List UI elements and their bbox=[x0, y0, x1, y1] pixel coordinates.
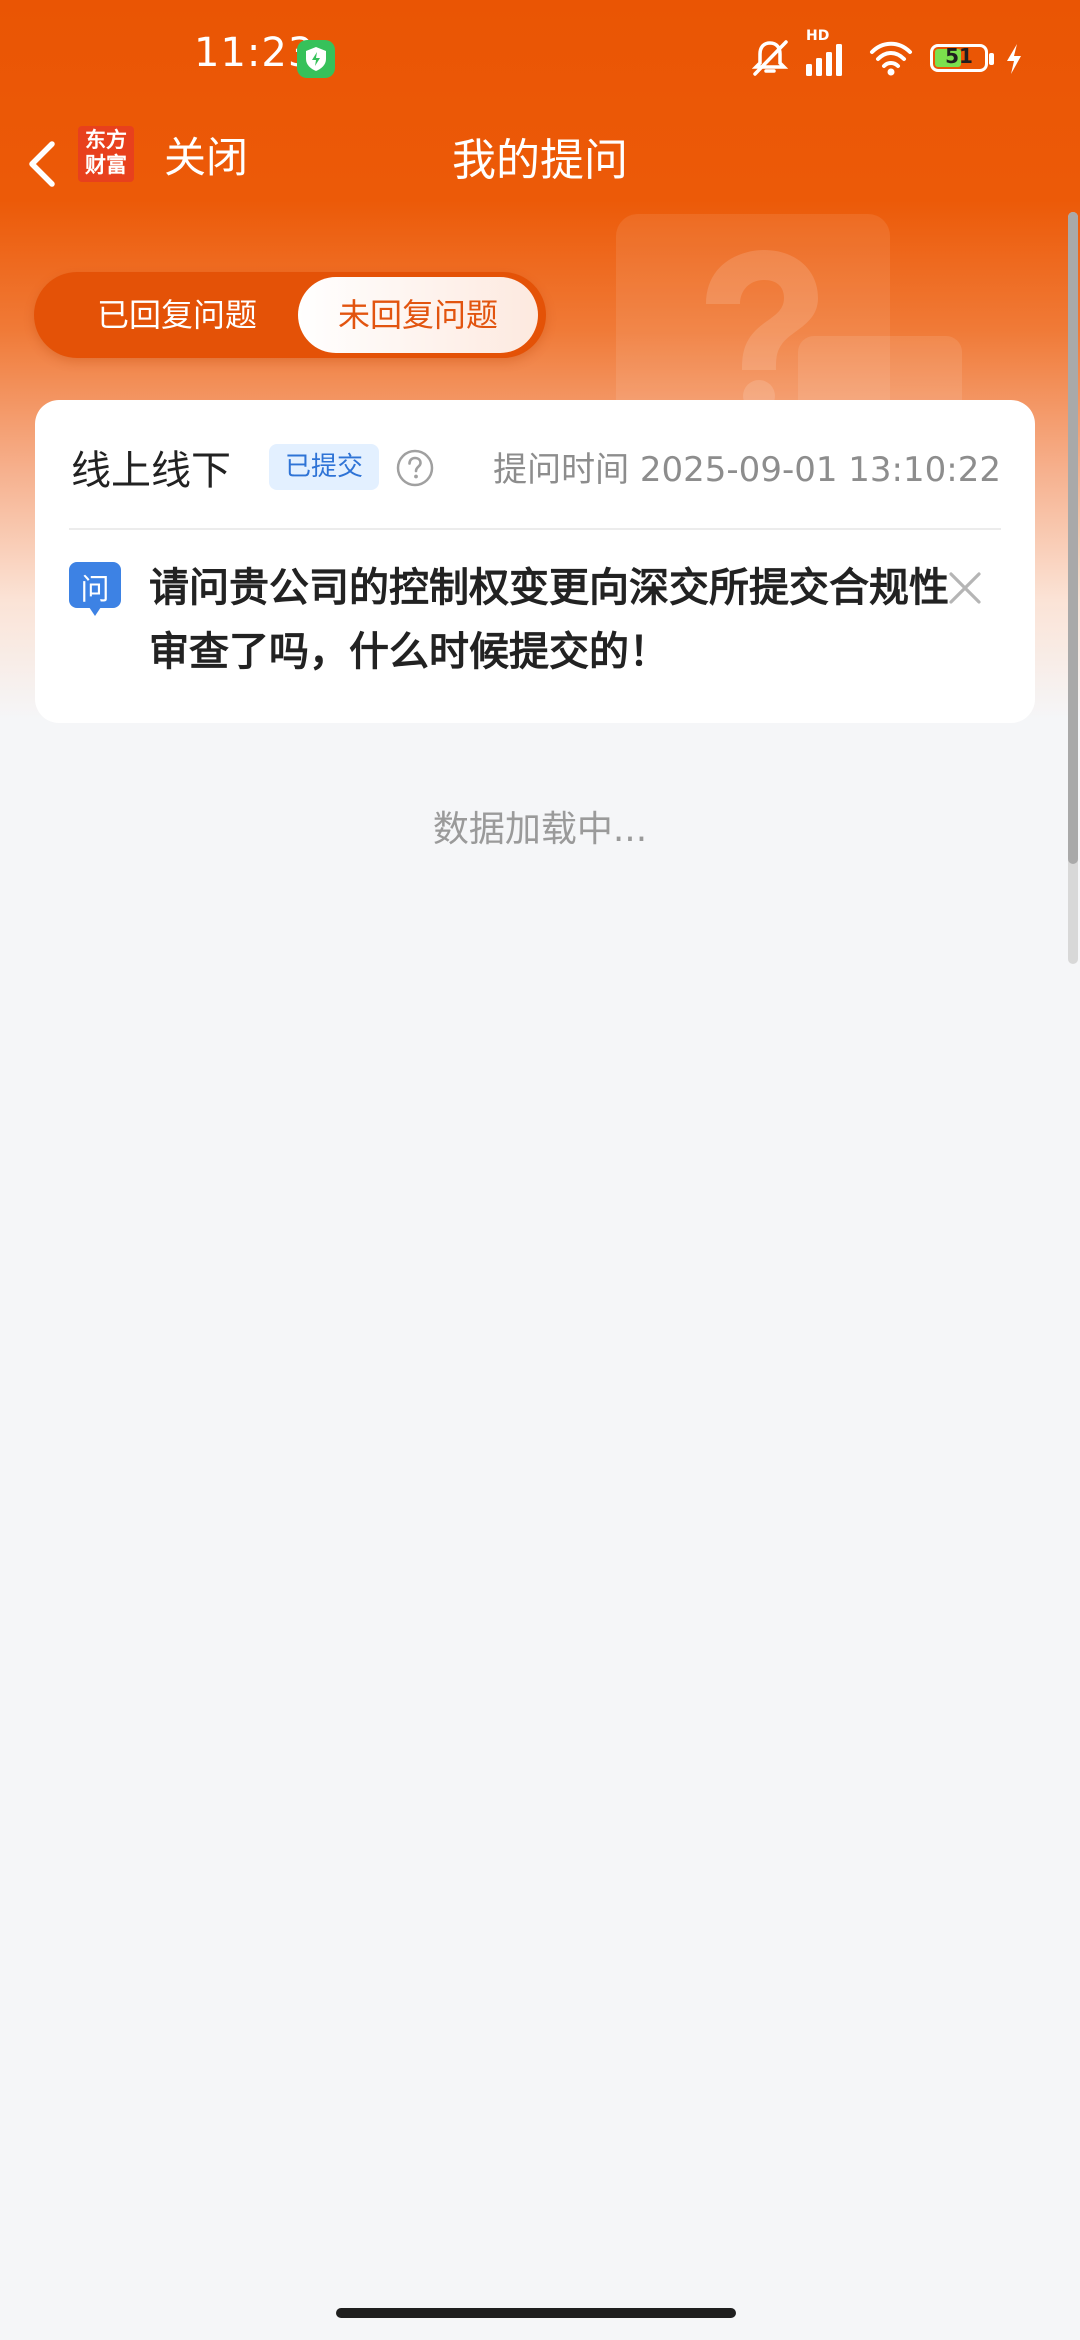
question-icon-label: 问 bbox=[80, 572, 110, 606]
mute-bell-icon bbox=[751, 40, 789, 76]
tab-answered[interactable]: 已回复问题 bbox=[42, 272, 312, 358]
close-icon bbox=[949, 572, 981, 604]
battery-icon: 51 bbox=[930, 44, 988, 72]
battery-level: 51 bbox=[945, 44, 973, 68]
question-icon: 问 bbox=[69, 562, 121, 618]
scrollbar[interactable] bbox=[1068, 212, 1078, 964]
status-badge: 已提交 bbox=[269, 444, 380, 490]
submit-time: 提问时间 2025-09-01 13:10:22 bbox=[493, 450, 1001, 490]
page-title: 我的提问 bbox=[452, 135, 628, 186]
charging-icon bbox=[1007, 44, 1021, 74]
home-indicator[interactable] bbox=[336, 2308, 736, 2318]
question-mark-illustration bbox=[616, 214, 962, 432]
status-bar: 11:23 HD 51 bbox=[0, 0, 1080, 118]
scrollbar-thumb[interactable] bbox=[1068, 212, 1078, 864]
delete-question-button[interactable] bbox=[945, 568, 985, 608]
divider bbox=[69, 528, 1001, 530]
battery-tip bbox=[989, 53, 994, 65]
loading-text: 数据加载中... bbox=[432, 809, 648, 850]
question-card[interactable]: 线上线下 已提交 提问时间 2025-09-01 13:10:22 问 请问贵公… bbox=[35, 400, 1035, 723]
question-channel: 线上线下 bbox=[71, 448, 231, 494]
question-text: 请问贵公司的控制权变更向深交所提交合规性审查了吗，什么时候提交的！ bbox=[149, 565, 949, 675]
tab-unanswered[interactable]: 未回复问题 bbox=[298, 277, 538, 353]
help-icon[interactable] bbox=[395, 448, 435, 488]
tab-switcher: 已回复问题 未回复问题 bbox=[34, 272, 546, 358]
shield-icon bbox=[297, 40, 335, 78]
nav-header: 东方 财富 关闭 我的提问 bbox=[0, 118, 1080, 214]
wifi-icon bbox=[870, 41, 912, 76]
signal-icon bbox=[806, 44, 842, 76]
